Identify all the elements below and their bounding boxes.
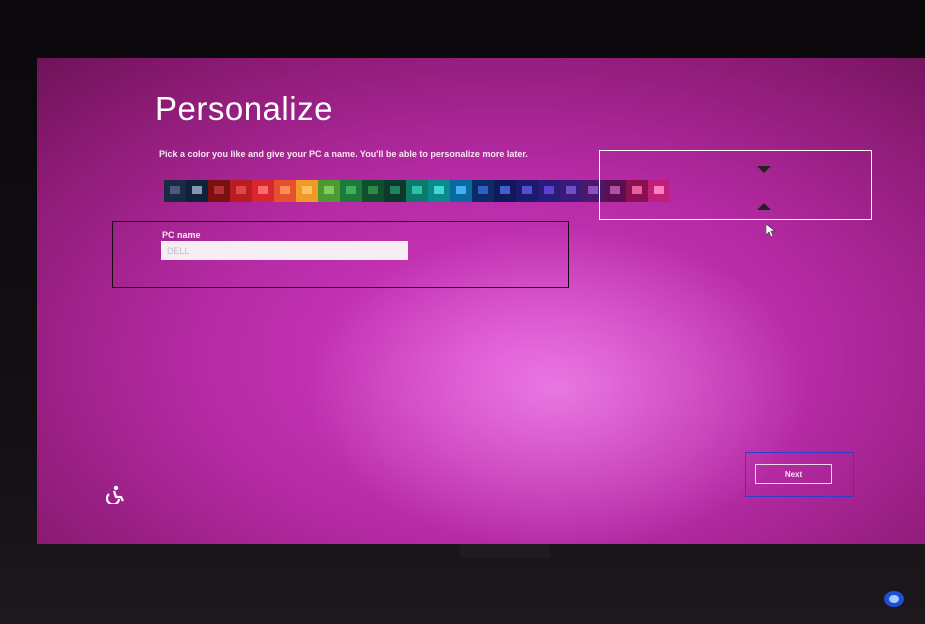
color-palette[interactable] (164, 180, 670, 202)
color-swatch-chip (324, 186, 334, 194)
ease-of-access-icon[interactable] (105, 484, 125, 504)
color-swatch-chip (346, 186, 356, 194)
color-swatch-chip (412, 186, 422, 194)
color-swatch[interactable] (362, 180, 384, 202)
color-swatch-chip (456, 186, 466, 194)
color-swatch-chip (434, 186, 444, 194)
color-swatch-chip (588, 186, 598, 194)
color-swatch[interactable] (208, 180, 230, 202)
page-subtitle: Pick a color you like and give your PC a… (159, 149, 528, 159)
next-button-highlight (745, 452, 854, 497)
bezel-logo (460, 544, 550, 558)
color-swatch[interactable] (538, 180, 560, 202)
color-swatch-chip (478, 186, 488, 194)
color-swatch-chip (500, 186, 510, 194)
color-swatch[interactable] (252, 180, 274, 202)
color-swatch[interactable] (428, 180, 450, 202)
mouse-pointer-icon (766, 224, 776, 238)
page-title: Personalize (155, 90, 333, 127)
color-swatch[interactable] (274, 180, 296, 202)
color-swatch-chip (258, 186, 268, 194)
color-swatch-chip (522, 186, 532, 194)
color-swatch-chip (192, 186, 202, 194)
color-swatch[interactable] (494, 180, 516, 202)
color-swatch[interactable] (340, 180, 362, 202)
color-swatch[interactable] (516, 180, 538, 202)
color-swatch[interactable] (406, 180, 428, 202)
color-swatch-chip (368, 186, 378, 194)
color-swatch-chip (566, 186, 576, 194)
color-swatch-chip (170, 186, 180, 194)
color-swatch[interactable] (164, 180, 186, 202)
color-swatch-chip (236, 186, 246, 194)
color-swatch[interactable] (186, 180, 208, 202)
color-swatch[interactable] (230, 180, 252, 202)
color-swatch-chip (544, 186, 554, 194)
color-swatch[interactable] (450, 180, 472, 202)
color-swatch-chip (280, 186, 290, 194)
color-swatch[interactable] (318, 180, 340, 202)
color-picker-highlight (599, 150, 872, 220)
pc-name-highlight (112, 221, 569, 288)
color-swatch[interactable] (472, 180, 494, 202)
color-swatch[interactable] (384, 180, 406, 202)
tray-light-icon (884, 591, 904, 607)
color-swatch[interactable] (560, 180, 582, 202)
color-swatch[interactable] (296, 180, 318, 202)
color-swatch-chip (390, 186, 400, 194)
color-swatch-chip (302, 186, 312, 194)
color-swatch-chip (214, 186, 224, 194)
